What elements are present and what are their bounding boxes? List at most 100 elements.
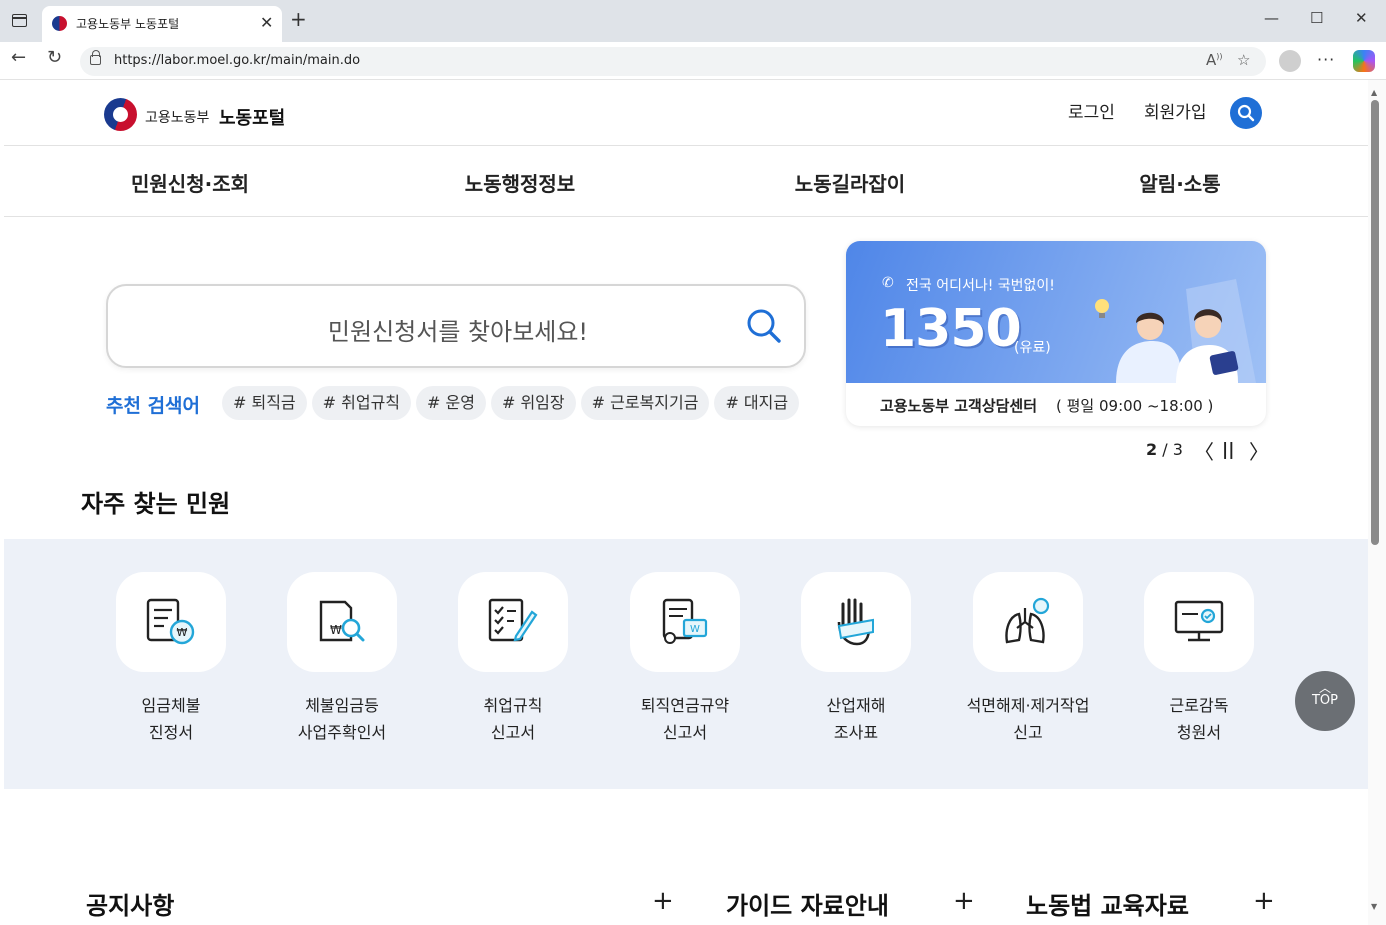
scroll-up-icon[interactable]: ▲: [1371, 88, 1377, 97]
keyword-tag[interactable]: # 근로복지기금: [580, 386, 710, 420]
frequent-petitions-title: 자주 찾는 민원: [81, 490, 231, 518]
login-link[interactable]: 로그인: [1068, 98, 1115, 123]
gnb-notice-communication[interactable]: 알림·소통: [1070, 168, 1290, 197]
read-aloud-icon[interactable]: A)): [1206, 51, 1223, 69]
counselors-illustration-icon: [1095, 279, 1256, 383]
education-board-title[interactable]: 노동법 교육자료: [1026, 886, 1189, 921]
petition-label: 근로감독 청원서: [1169, 696, 1229, 742]
petition-label: 산업재해 조사표: [826, 696, 886, 742]
banner-center-name: 고용노동부 고객상담센터: [880, 397, 1038, 415]
banner-number: 1350: [880, 299, 1022, 359]
petition-icon-box: W: [630, 572, 740, 672]
header-search-button[interactable]: [1230, 97, 1262, 129]
petition-label: 퇴직연금규약 신고서: [640, 696, 730, 742]
tab-close-icon[interactable]: ✕: [260, 13, 273, 32]
pause-slide-button[interactable]: ||: [1222, 440, 1234, 460]
tab-title: 고용노동부 노동포털: [76, 17, 180, 31]
petition-icon-box: [1144, 572, 1254, 672]
site-header: 고용노동부 노동포털 로그인 회원가입: [4, 80, 1368, 146]
scroll-down-icon[interactable]: ▼: [1371, 902, 1377, 911]
reload-button[interactable]: ↻: [47, 49, 62, 67]
url-field[interactable]: https://labor.moel.go.kr/main/main.do A)…: [80, 47, 1266, 76]
next-slide-button[interactable]: 〉: [1249, 436, 1269, 465]
petition-label: 취업규칙 신고서: [483, 696, 543, 742]
banner-paid: (유료): [1014, 340, 1051, 356]
document-search-icon: ₩: [319, 600, 365, 642]
browser-tabstrip: 고용노동부 노동포털 ✕ + — ☐ ✕: [0, 0, 1386, 42]
frequent-petitions: ₩ 임금체불 진정서 ₩ 체불임금등 사업주확인서 취업규칙 신고서 W 퇴직연…: [4, 539, 1368, 789]
gnb-labor-guide[interactable]: 노동길라잡이: [740, 168, 960, 197]
favorite-star-icon[interactable]: ☆: [1237, 51, 1250, 69]
url-text[interactable]: https://labor.moel.go.kr/main/main.do: [114, 53, 360, 68]
notice-board-title[interactable]: 공지사항: [86, 886, 174, 921]
chevron-up-icon: ︿: [1318, 681, 1331, 695]
notice-more-button[interactable]: +: [652, 886, 674, 916]
address-bar: ← ↻ https://labor.moel.go.kr/main/main.d…: [0, 42, 1386, 80]
svg-text:W: W: [690, 624, 700, 635]
gnb-admin-info[interactable]: 노동행정정보: [410, 168, 630, 197]
page-viewport: 고용노동부 노동포털 로그인 회원가입 민원신청·조회 노동행정정보 노동길라잡…: [4, 80, 1368, 925]
petition-icon-box: [801, 572, 911, 672]
back-button[interactable]: ←: [11, 49, 26, 67]
pager-total: / 3: [1162, 440, 1183, 459]
injured-hand-icon: [837, 598, 874, 646]
pension-document-icon: W: [662, 598, 708, 644]
favicon-icon: [52, 16, 67, 31]
petition-search-input[interactable]: 민원신청서를 찾아보세요!: [106, 284, 806, 368]
pager-current: 2: [1146, 440, 1158, 459]
profile-avatar-icon[interactable]: [1279, 50, 1301, 72]
maximize-button[interactable]: ☐: [1310, 9, 1323, 27]
signup-link[interactable]: 회원가입: [1144, 98, 1207, 123]
guide-board-title[interactable]: 가이드 자료안내: [726, 886, 889, 921]
monitor-check-icon: [1174, 600, 1224, 642]
page-scrollbar[interactable]: ▲ ▼: [1368, 80, 1386, 925]
education-more-button[interactable]: +: [1253, 886, 1275, 916]
petition-label: 체불임금등 사업주확인서: [297, 696, 387, 742]
keyword-tag[interactable]: # 운영: [416, 386, 486, 420]
keyword-tag[interactable]: # 퇴직금: [222, 386, 307, 420]
lungs-icon: [1005, 597, 1050, 644]
petition-label: 임금체불 진정서: [141, 696, 201, 742]
petition-icon-box: [458, 572, 568, 672]
phone-icon: ✆: [882, 275, 894, 291]
new-tab-button[interactable]: +: [290, 9, 307, 29]
keyword-tag[interactable]: # 위임장: [490, 386, 576, 420]
copilot-icon[interactable]: [1353, 50, 1375, 72]
banner-caption: 고용노동부 고객상담센터 ( 평일 09:00 ~18:00 ): [846, 383, 1266, 426]
recommended-keywords-label: 추천 검색어: [106, 395, 201, 417]
top-label: TOP: [1311, 693, 1338, 708]
sidebar-toggle-icon[interactable]: [12, 14, 27, 27]
search-icon[interactable]: [744, 306, 784, 346]
wage-document-icon: ₩: [146, 598, 195, 645]
minimize-button[interactable]: —: [1264, 9, 1279, 27]
banner-hours: ( 평일 09:00 ~18:00 ): [1056, 397, 1214, 415]
close-window-button[interactable]: ✕: [1355, 9, 1368, 27]
prev-slide-button[interactable]: 〈: [1194, 436, 1214, 465]
checklist-icon: [488, 598, 538, 642]
logo-ministry[interactable]: 고용노동부: [145, 107, 209, 127]
search-placeholder: 민원신청서를 찾아보세요!: [327, 318, 589, 346]
browser-menu-button[interactable]: ···: [1317, 50, 1335, 69]
logo-portal[interactable]: 노동포털: [219, 104, 285, 130]
keyword-tag[interactable]: # 취업규칙: [311, 386, 412, 420]
petition-label: 석면해제·제거작업 신고: [966, 696, 1090, 742]
gnb-civil-petition[interactable]: 민원신청·조회: [80, 168, 300, 197]
search-icon: [1237, 104, 1255, 122]
petition-icon-box: [973, 572, 1083, 672]
browser-tab[interactable]: 고용노동부 노동포털 ✕: [42, 6, 282, 42]
banner-tagline: 전국 어디서나! 국번없이!: [906, 278, 1055, 294]
banner-pager-count: 2 / 3: [1146, 440, 1183, 459]
global-nav: 민원신청·조회 노동행정정보 노동길라잡이 알림·소통: [4, 146, 1368, 217]
recommended-keywords: # 퇴직금 # 취업규칙 # 운영 # 위임장 # 근로복지기금 # 대지급: [222, 386, 806, 422]
svg-text:₩: ₩: [177, 626, 188, 639]
banner-visual: ✆ 전국 어디서나! 국번없이! 1350 (유료): [846, 241, 1266, 383]
scroll-thumb[interactable]: [1371, 100, 1379, 545]
lock-icon: [90, 50, 101, 65]
guide-more-button[interactable]: +: [953, 886, 975, 916]
call-center-banner[interactable]: ✆ 전국 어디서나! 국번없이! 1350 (유료) 고용노동부 고객상담센터 …: [846, 241, 1266, 426]
keyword-tag[interactable]: # 대지급: [714, 386, 800, 420]
petition-icon-box: ₩: [287, 572, 397, 672]
petition-icon-box: ₩: [116, 572, 226, 672]
ministry-emblem-icon[interactable]: [104, 98, 137, 131]
scroll-top-button[interactable]: ︿ TOP: [1295, 671, 1355, 731]
